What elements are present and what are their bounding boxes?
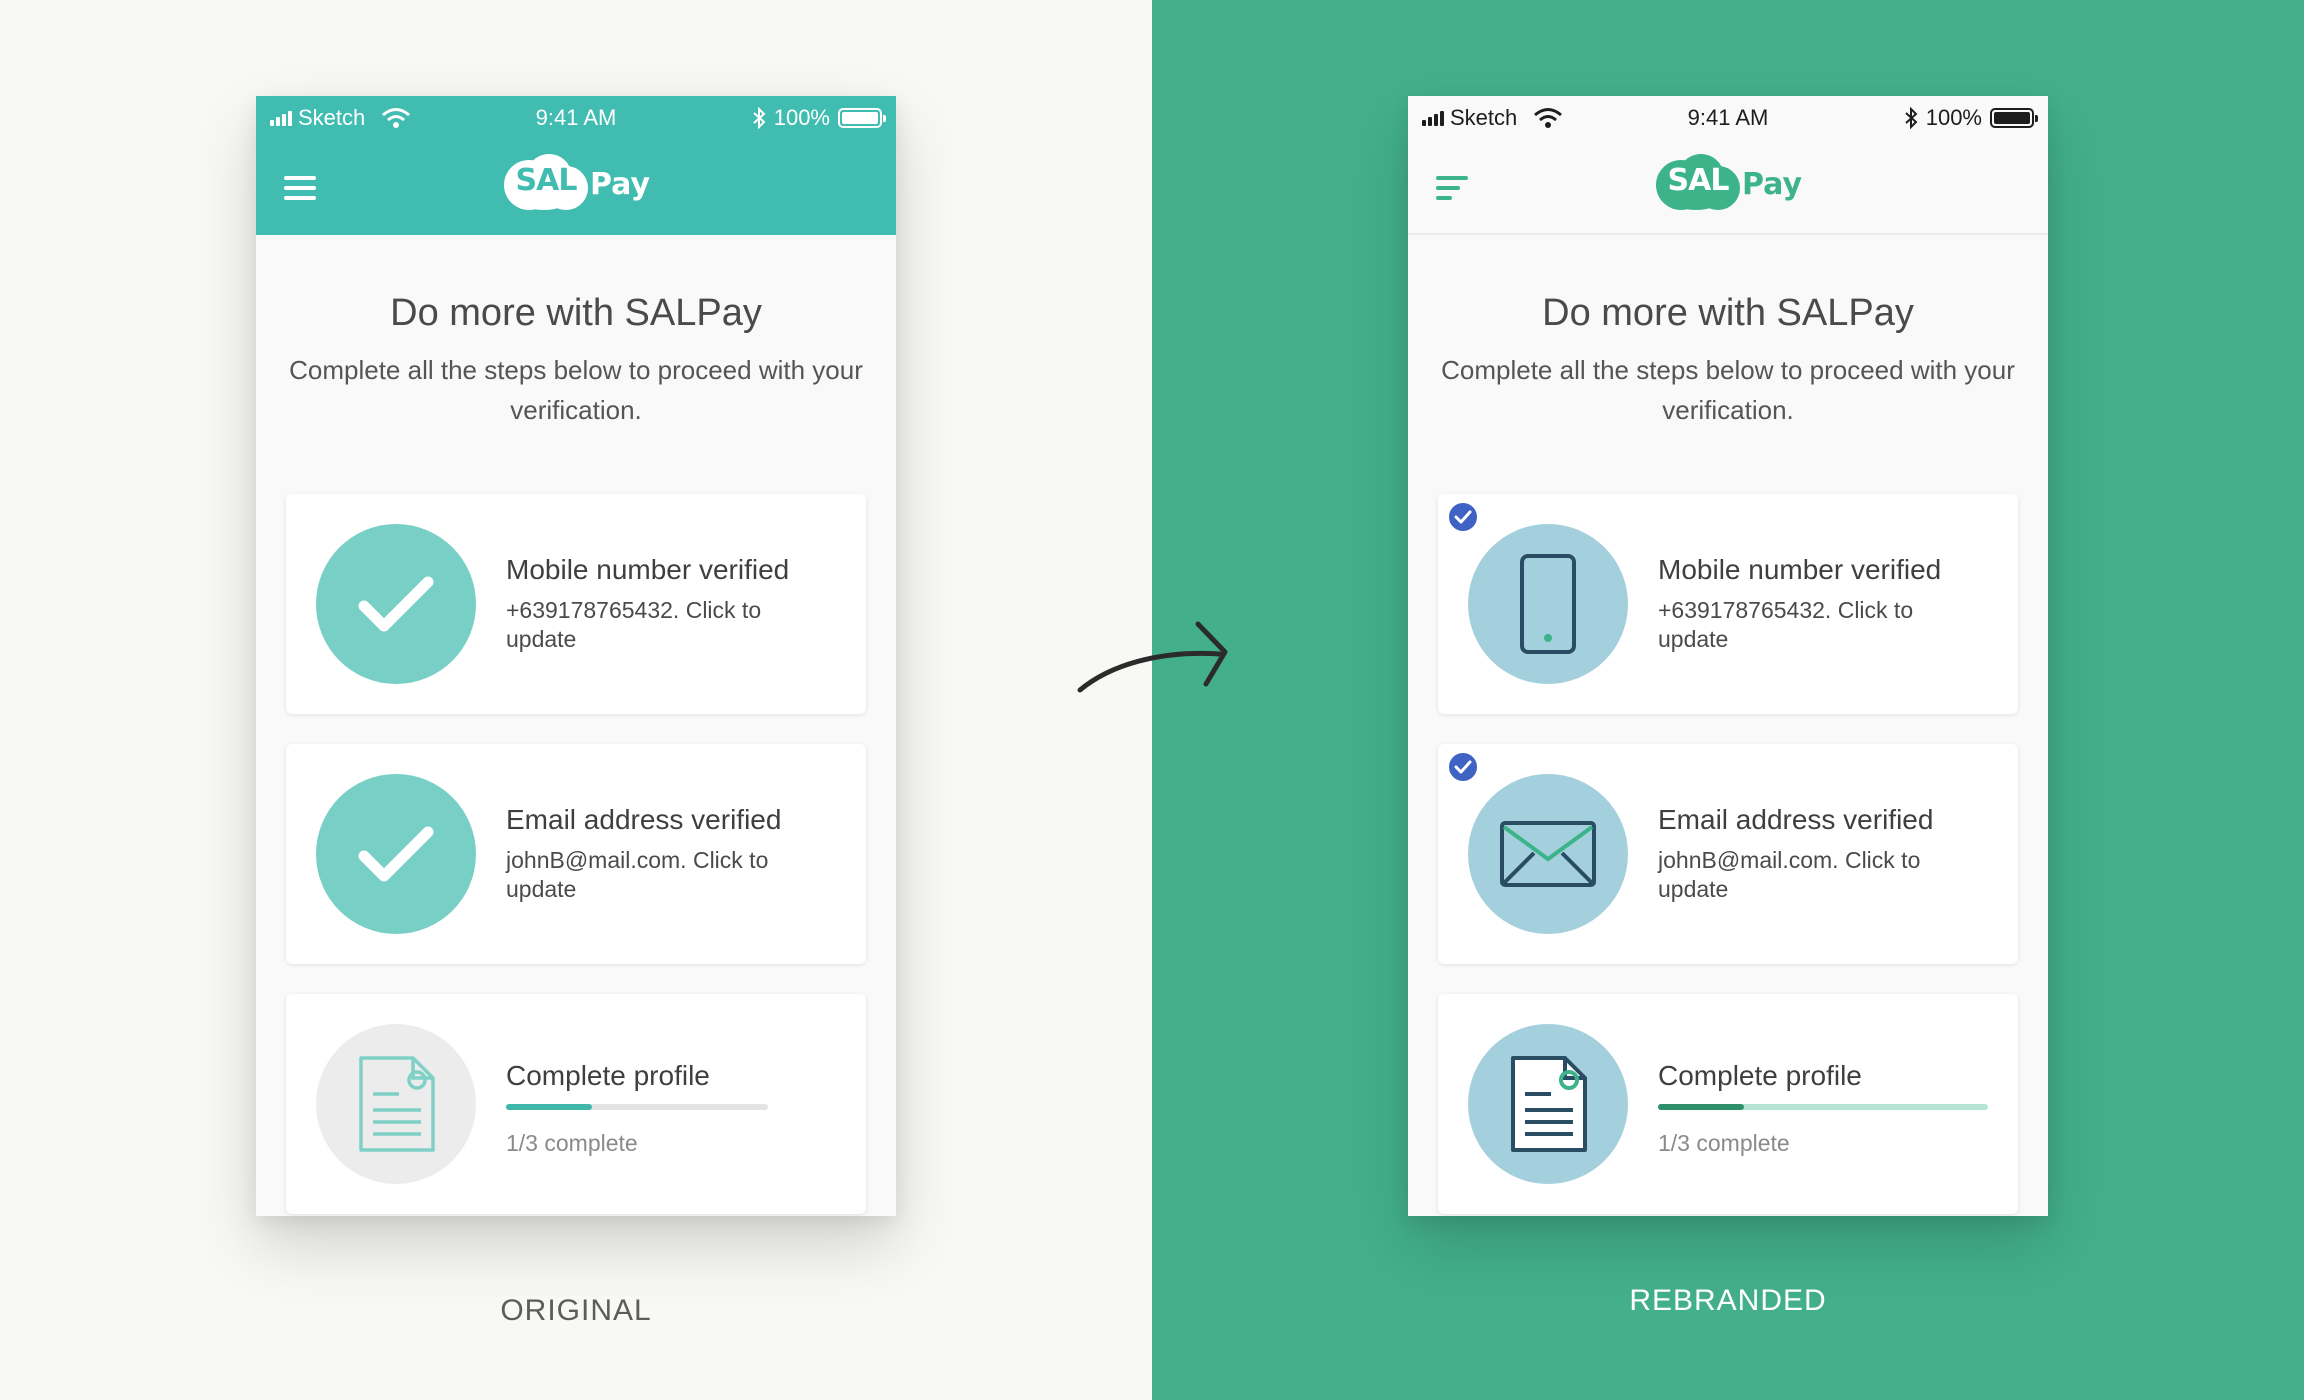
card-description: +639178765432. Click to update — [506, 597, 762, 652]
original-phone-screen: Sketch 9:41 AM 100% SAL Pay Do more with… — [256, 96, 896, 1216]
rebranded-panel: Sketch 9:41 AM 100% SAL Pay Do more with… — [1152, 0, 2304, 1400]
page-title: Do more with SALPay — [390, 292, 762, 334]
rebranded-phone-screen: Sketch 9:41 AM 100% SAL Pay Do more with… — [1408, 96, 2048, 1216]
card-title: Complete profile — [1658, 1060, 1862, 1091]
card-description: johnB@mail.com. Click to update — [1658, 847, 1921, 902]
hamburger-menu-icon[interactable] — [284, 176, 320, 204]
status-bar: Sketch 9:41 AM 100% — [1408, 96, 2048, 136]
complete-profile-card[interactable]: Complete profile 1/3 complete — [286, 994, 866, 1214]
bluetooth-icon — [753, 107, 766, 129]
document-icon — [316, 1024, 476, 1184]
verified-check-badge-icon — [1446, 500, 1480, 534]
battery-percent: 100% — [773, 105, 830, 130]
battery-icon — [838, 108, 886, 128]
smartphone-icon — [1468, 524, 1628, 684]
mobile-verified-card[interactable]: Mobile number verified +639178765432. Cl… — [286, 494, 866, 714]
card-title: Email address verified — [506, 804, 782, 835]
checkmark-icon — [316, 774, 476, 934]
bluetooth-icon — [1905, 107, 1918, 129]
status-bar: Sketch 9:41 AM 100% — [256, 96, 896, 136]
profile-progress-bar — [1658, 1104, 1988, 1110]
verified-check-badge-icon — [1446, 750, 1480, 784]
envelope-icon — [1468, 774, 1628, 934]
original-caption: ORIGINAL — [500, 1294, 652, 1327]
card-title: Complete profile — [506, 1060, 710, 1091]
profile-progress-fill — [1658, 1104, 1744, 1110]
card-description: +639178765432. Click to update — [1658, 597, 1914, 652]
salpay-logo: SAL Pay — [504, 154, 650, 210]
document-icon — [1468, 1024, 1628, 1184]
page-title: Do more with SALPay — [1542, 292, 1914, 334]
progress-text: 1/3 complete — [1658, 1130, 1790, 1156]
battery-icon — [1990, 108, 2038, 128]
transition-arrow-icon — [1077, 621, 1228, 693]
salpay-logo: SAL Pay — [1656, 154, 1802, 210]
profile-progress-bar — [506, 1104, 768, 1110]
mobile-verified-card[interactable]: Mobile number verified +639178765432. Cl… — [1438, 494, 2018, 714]
rebranded-caption: REBRANDED — [1629, 1284, 1827, 1317]
original-panel: Sketch 9:41 AM 100% SAL Pay Do more with… — [0, 0, 1152, 1400]
complete-profile-card[interactable]: Complete profile 1/3 complete — [1438, 994, 2018, 1214]
battery-percent: 100% — [1925, 105, 1982, 130]
email-verified-card[interactable]: Email address verified johnB@mail.com. C… — [1438, 744, 2018, 964]
progress-text: 1/3 complete — [506, 1130, 638, 1156]
profile-progress-fill — [506, 1104, 593, 1110]
app-header: Sketch 9:41 AM 100% SAL Pay — [256, 96, 896, 235]
app-header: Sketch 9:41 AM 100% SAL Pay — [1408, 96, 2048, 235]
email-verified-card[interactable]: Email address verified johnB@mail.com. C… — [286, 744, 866, 964]
card-title: Mobile number verified — [506, 554, 790, 585]
page-subtitle: Complete all the steps below to proceed … — [1441, 355, 2015, 425]
hamburger-menu-icon[interactable] — [1436, 176, 1472, 204]
checkmark-icon — [316, 524, 476, 684]
card-title: Email address verified — [1658, 804, 1934, 835]
page-subtitle: Complete all the steps below to proceed … — [289, 355, 863, 425]
card-description: johnB@mail.com. Click to update — [506, 847, 769, 902]
card-title: Mobile number verified — [1658, 554, 1942, 585]
